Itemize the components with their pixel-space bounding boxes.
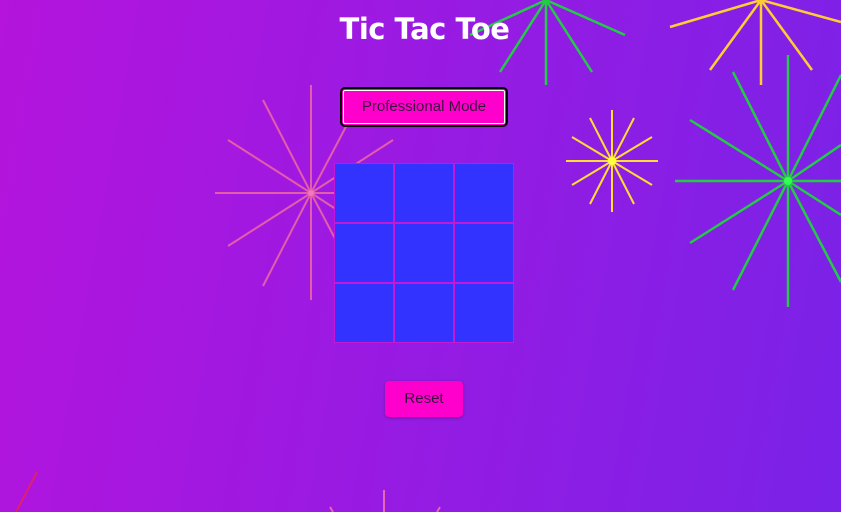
firework-red-bottom-left	[15, 471, 38, 512]
board-cell-6[interactable]	[454, 223, 514, 283]
game-board	[334, 163, 514, 343]
board-cell-7[interactable]	[334, 283, 394, 343]
board-cell-1[interactable]	[334, 163, 394, 223]
board-cell-2[interactable]	[394, 163, 454, 223]
board-cell-5[interactable]	[394, 223, 454, 283]
board-cell-9[interactable]	[454, 283, 514, 343]
board-cell-4[interactable]	[334, 223, 394, 283]
firework-yellow-small	[566, 110, 658, 212]
firework-pink-bottom	[329, 490, 441, 512]
page-title: Tic Tac Toe	[339, 12, 510, 46]
board-cell-3[interactable]	[454, 163, 514, 223]
firework-green-right	[675, 55, 841, 307]
reset-button[interactable]: Reset	[385, 381, 463, 417]
professional-mode-button[interactable]: Professional Mode	[340, 87, 508, 127]
board-cell-8[interactable]	[394, 283, 454, 343]
